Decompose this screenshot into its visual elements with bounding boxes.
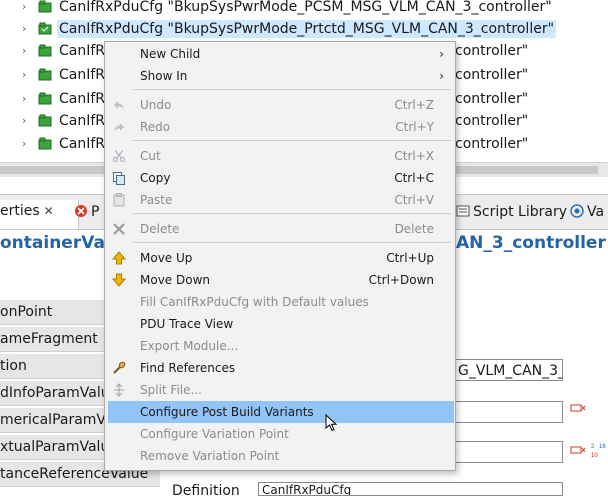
menu-item-delete[interactable]: Delete Delete: [106, 218, 454, 240]
menu-item-move-up[interactable]: Move Up Ctrl+Up: [106, 247, 454, 269]
chevron-right-icon[interactable]: ›: [22, 137, 32, 151]
tab-variants[interactable]: Va: [570, 201, 604, 223]
tab-properties-label: erties: [0, 203, 40, 219]
menu-item-pdu-trace-view[interactable]: PDU Trace View: [106, 313, 454, 335]
container-node-icon: [38, 44, 52, 57]
submenu-arrow-icon: ›: [439, 47, 444, 61]
svg-text:10: 10: [591, 453, 598, 459]
container-node-icon: [38, 137, 52, 150]
script-library-icon: [456, 205, 470, 217]
container-node-icon: [38, 68, 52, 81]
container-node-icon: [38, 0, 52, 13]
split-file-icon: [114, 383, 124, 397]
tree-row-label-tail: controller": [455, 91, 529, 107]
close-icon[interactable]: ✕: [44, 204, 54, 218]
menu-item-export-module[interactable]: Export Module...: [106, 335, 454, 357]
chevron-right-icon[interactable]: ›: [22, 0, 32, 14]
menu-item-configure-variation-point[interactable]: Configure Variation Point: [106, 423, 454, 445]
menu-separator: [133, 242, 451, 243]
short-name-field[interactable]: G_VLM_CAN_3_c: [454, 359, 563, 381]
clear-value-icon[interactable]: [570, 445, 586, 455]
tree-row-label: CanIfRxPduCfg "BkupSysPwrMode_Prtctd_MSG…: [57, 20, 557, 38]
menu-item-fill-defaults[interactable]: Fill CanIfRxPduCfg with Default values: [106, 291, 454, 313]
tab-properties[interactable]: erties ✕: [0, 200, 79, 229]
arrow-down-icon: [112, 273, 126, 287]
svg-text:16: 16: [599, 444, 606, 450]
menu-item-move-down[interactable]: Move Down Ctrl+Down: [106, 269, 454, 291]
definition-field[interactable]: CanIfRxPduCfg: [258, 482, 563, 496]
menu-separator: [133, 213, 451, 214]
tree-row-label-tail: controller": [455, 67, 529, 83]
container-node-icon: [38, 92, 52, 105]
definition-label: Definition: [172, 483, 240, 499]
mouse-pointer-icon: [325, 414, 338, 432]
menu-item-paste[interactable]: Paste Ctrl+V: [106, 189, 454, 211]
redo-icon: [114, 123, 124, 132]
menu-item-remove-variation-point[interactable]: Remove Variation Point: [106, 445, 454, 467]
tab-problems-label: P: [91, 204, 100, 220]
tree-row-label-tail: controller": [455, 136, 529, 152]
submenu-arrow-icon: ›: [439, 69, 444, 83]
context-menu: New Child › Show In › Undo Ctrl+Z Redo C…: [104, 41, 456, 471]
menu-separator: [133, 89, 451, 90]
menu-item-new-child[interactable]: New Child ›: [106, 43, 454, 65]
variants-icon: [570, 204, 584, 218]
menu-item-find-references[interactable]: Find References: [106, 357, 454, 379]
tab-script-library-label: Script Library: [473, 204, 568, 220]
tab-problems[interactable]: P: [74, 201, 99, 223]
paste-icon: [113, 193, 125, 207]
delete-icon: [113, 223, 125, 235]
tree-row[interactable]: › CanIfRxPduCfg "BkupSysPwrMode_PCSM_MSG…: [0, 0, 608, 18]
chevron-right-icon[interactable]: ›: [22, 114, 32, 128]
menu-item-configure-post-build-variants[interactable]: Configure Post Build Variants: [108, 401, 454, 423]
tab-variants-label: Va: [587, 204, 605, 220]
find-references-icon: [113, 361, 126, 374]
menu-item-show-in[interactable]: Show In ›: [106, 65, 454, 87]
container-node-icon: [38, 114, 52, 127]
chevron-right-icon[interactable]: ›: [22, 44, 32, 58]
undo-icon: [114, 101, 124, 110]
chevron-right-icon[interactable]: ›: [22, 22, 32, 36]
cut-icon: [113, 150, 125, 162]
arrow-up-icon: [112, 251, 126, 265]
menu-item-copy[interactable]: Copy Ctrl+C: [106, 167, 454, 189]
number-format-icon[interactable]: 2 1610: [590, 441, 608, 459]
tree-row-selected[interactable]: › CanIfRxPduCfg "BkupSysPwrMode_Prtctd_M…: [0, 18, 608, 40]
menu-item-split-file[interactable]: Split File...: [106, 379, 454, 401]
container-node-icon: [38, 22, 52, 35]
clear-value-icon[interactable]: [570, 403, 586, 413]
value-field[interactable]: [454, 401, 563, 423]
copy-icon: [113, 172, 125, 185]
panel-title-continued: AN_3_controller: [456, 233, 606, 253]
value-field[interactable]: [454, 441, 563, 463]
chevron-right-icon[interactable]: ›: [22, 92, 32, 106]
tab-script-library[interactable]: Script Library: [456, 201, 567, 223]
menu-separator: [133, 140, 451, 141]
menu-item-undo[interactable]: Undo Ctrl+Z: [106, 94, 454, 116]
menu-item-redo[interactable]: Redo Ctrl+Y: [106, 116, 454, 138]
tree-row-label: CanIfRxPduCfg "BkupSysPwrMode_PCSM_MSG_V…: [59, 0, 552, 15]
problems-icon: [75, 205, 87, 217]
menu-item-cut[interactable]: Cut Ctrl+X: [106, 145, 454, 167]
tree-row-label-tail: controller": [455, 113, 529, 129]
chevron-right-icon[interactable]: ›: [22, 68, 32, 82]
tree-row-label-tail: controller": [455, 43, 529, 59]
